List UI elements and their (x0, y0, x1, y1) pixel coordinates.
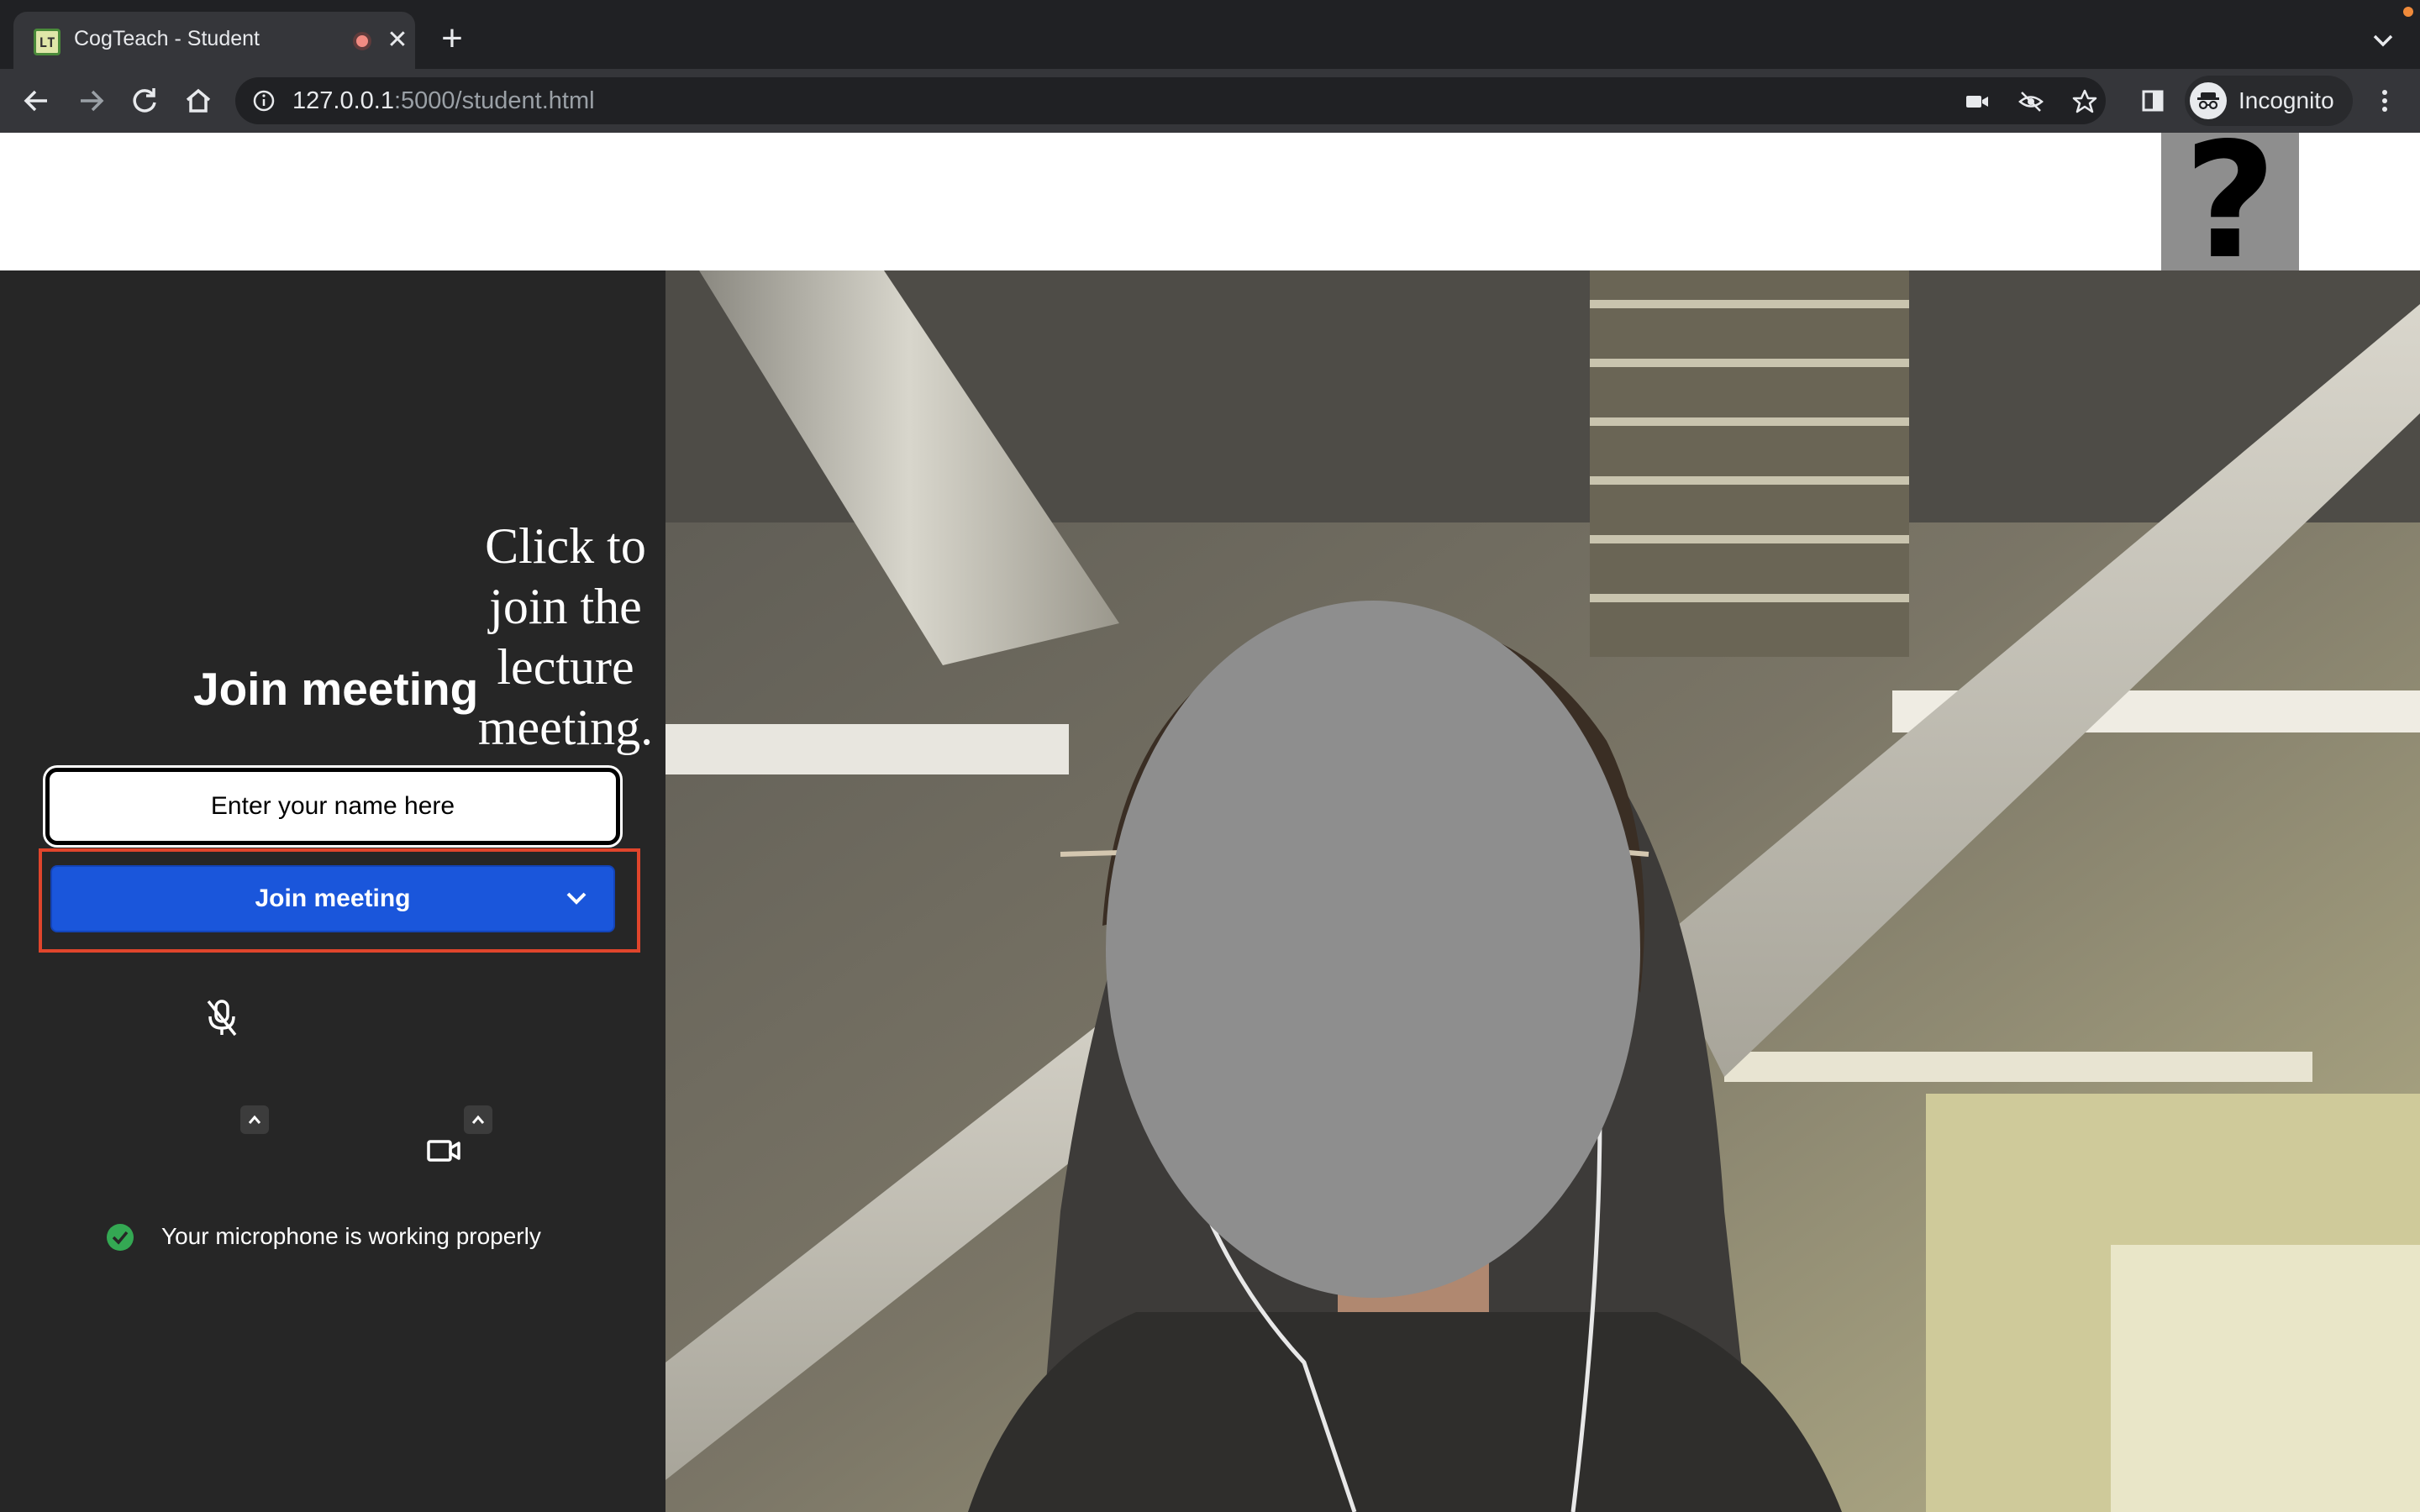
url-host: 127.0.0.1 (292, 87, 394, 114)
more-icon[interactable] (2368, 81, 2402, 121)
favicon-text: LT (39, 34, 55, 50)
camera-video-icon[interactable] (420, 1127, 467, 1174)
page-content: ? Join meeting Click to join the lecture… (0, 122, 2420, 1512)
back-icon[interactable] (17, 81, 57, 121)
info-icon[interactable] (252, 89, 276, 113)
url-path: :5000/student.html (393, 87, 595, 114)
microphone-off-icon[interactable] (198, 993, 245, 1040)
tab-cogteach-student[interactable]: LT CogTeach - Student ✕ (13, 12, 415, 69)
recording-indicator-icon (2403, 7, 2413, 17)
help-symbol: ? (2183, 108, 2277, 294)
url-text[interactable]: 127.0.0.1:5000/student.html (292, 87, 595, 115)
check-circle-icon (107, 1224, 134, 1251)
home-icon[interactable] (178, 81, 218, 121)
tab-close-icon[interactable]: ✕ (385, 25, 410, 55)
tab-search-icon[interactable] (2368, 25, 2398, 55)
join-tooltip: Click to join the lecture meeting. (477, 518, 654, 755)
face-blur-mask (1106, 601, 1640, 1298)
microphone-status-text: Your microphone is working properly (161, 1223, 541, 1249)
camera-preview-image (666, 270, 2420, 1512)
new-tab-icon[interactable]: + (435, 20, 469, 57)
microphone-options-chevron-up-icon[interactable] (240, 1105, 269, 1134)
camera-options-chevron-up-icon[interactable] (464, 1105, 492, 1134)
address-bar[interactable]: 127.0.0.1:5000/student.html (235, 77, 2106, 124)
join-meeting-button[interactable]: Join meeting (50, 865, 615, 932)
join-meeting-title: Join meeting (193, 663, 479, 715)
forward-icon[interactable] (71, 81, 111, 121)
camera-icon[interactable] (1963, 87, 1991, 116)
tab-favicon-icon: LT (34, 29, 60, 55)
join-options-chevron-down-icon[interactable] (561, 885, 592, 912)
recording-icon (353, 32, 371, 50)
browser-chrome: LT CogTeach - Student ✕ + 127.0.0.1:5000… (0, 0, 2420, 133)
eye-off-icon[interactable] (2017, 87, 2045, 116)
name-input[interactable] (45, 768, 620, 845)
join-meeting-label: Join meeting (255, 885, 411, 912)
browser-toolbar: 127.0.0.1:5000/student.html Incognito (0, 69, 2420, 133)
side-panel-icon[interactable] (2133, 81, 2173, 121)
camera-preview (666, 270, 2420, 1512)
help-button[interactable]: ? (2161, 122, 2299, 281)
reload-icon[interactable] (124, 81, 165, 121)
tab-title: CogTeach - Student (74, 27, 260, 50)
tab-strip: LT CogTeach - Student ✕ + (0, 0, 2420, 69)
star-icon[interactable] (2070, 87, 2099, 116)
